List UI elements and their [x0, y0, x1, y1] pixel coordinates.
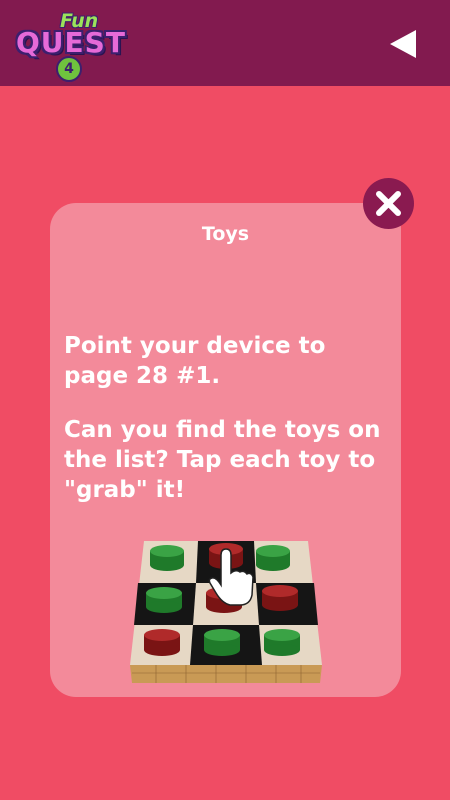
back-button[interactable] — [386, 26, 422, 62]
piece-green — [264, 629, 300, 656]
piece-green — [146, 587, 182, 613]
back-triangle-icon — [390, 30, 416, 58]
piece-red — [144, 629, 180, 656]
piece-green — [204, 629, 240, 656]
piece-green — [256, 545, 290, 571]
app-header: Fun QUEST 4 — [0, 0, 450, 86]
piece-green — [150, 545, 184, 571]
board-side — [130, 665, 322, 683]
piece-red — [262, 585, 298, 611]
tictactoe-board-image[interactable] — [126, 535, 326, 685]
close-x-icon — [376, 191, 401, 216]
instruction-line-1: Point your device to page 28 #1. — [64, 333, 326, 389]
logo-number-badge: 4 — [56, 56, 82, 82]
close-button[interactable] — [363, 178, 414, 229]
card-title: Toys — [201, 223, 250, 245]
instructions-text: Point your device to page 28 #1. Can you… — [64, 331, 394, 529]
instruction-card: Toys Point your device to page 28 #1. Ca… — [50, 203, 401, 697]
fun-quest-logo: Fun QUEST 4 — [14, 10, 126, 84]
logo-quest-text: QUEST — [16, 26, 126, 59]
instruction-line-2: Can you find the toys on the list? Tap e… — [64, 417, 381, 503]
